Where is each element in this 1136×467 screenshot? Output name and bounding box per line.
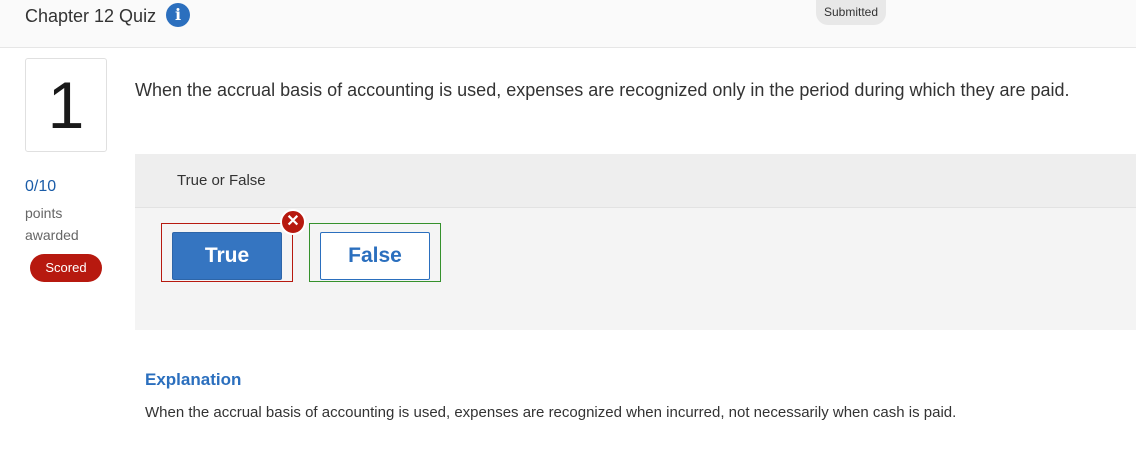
true-button[interactable]: True [172,232,282,280]
question-number: 1 [25,58,107,152]
info-icon[interactable]: i [166,3,190,27]
choice-true-frame-incorrect: True [161,223,293,282]
explanation-text: When the accrual basis of accounting is … [145,404,957,421]
points-label: points awarded [25,205,79,243]
points-value: 0/10 [25,178,57,195]
false-button[interactable]: False [320,232,430,280]
quiz-header: Chapter 12 Quiz i Submitted [0,0,1136,48]
question-type-label: True or False [177,172,266,189]
answer-panel-header: True or False [135,154,1136,208]
question-text: When the accrual basis of accounting is … [135,80,1070,100]
scored-badge: Scored [30,254,102,282]
explanation-title: Explanation [145,370,242,389]
submitted-status-badge: Submitted [816,0,886,25]
quiz-title: Chapter 12 Quiz [25,6,157,26]
choice-false-frame-correct: False [309,223,441,282]
answer-panel: True or False True False [135,154,1136,330]
x-circle-icon: ✕ [280,209,306,235]
